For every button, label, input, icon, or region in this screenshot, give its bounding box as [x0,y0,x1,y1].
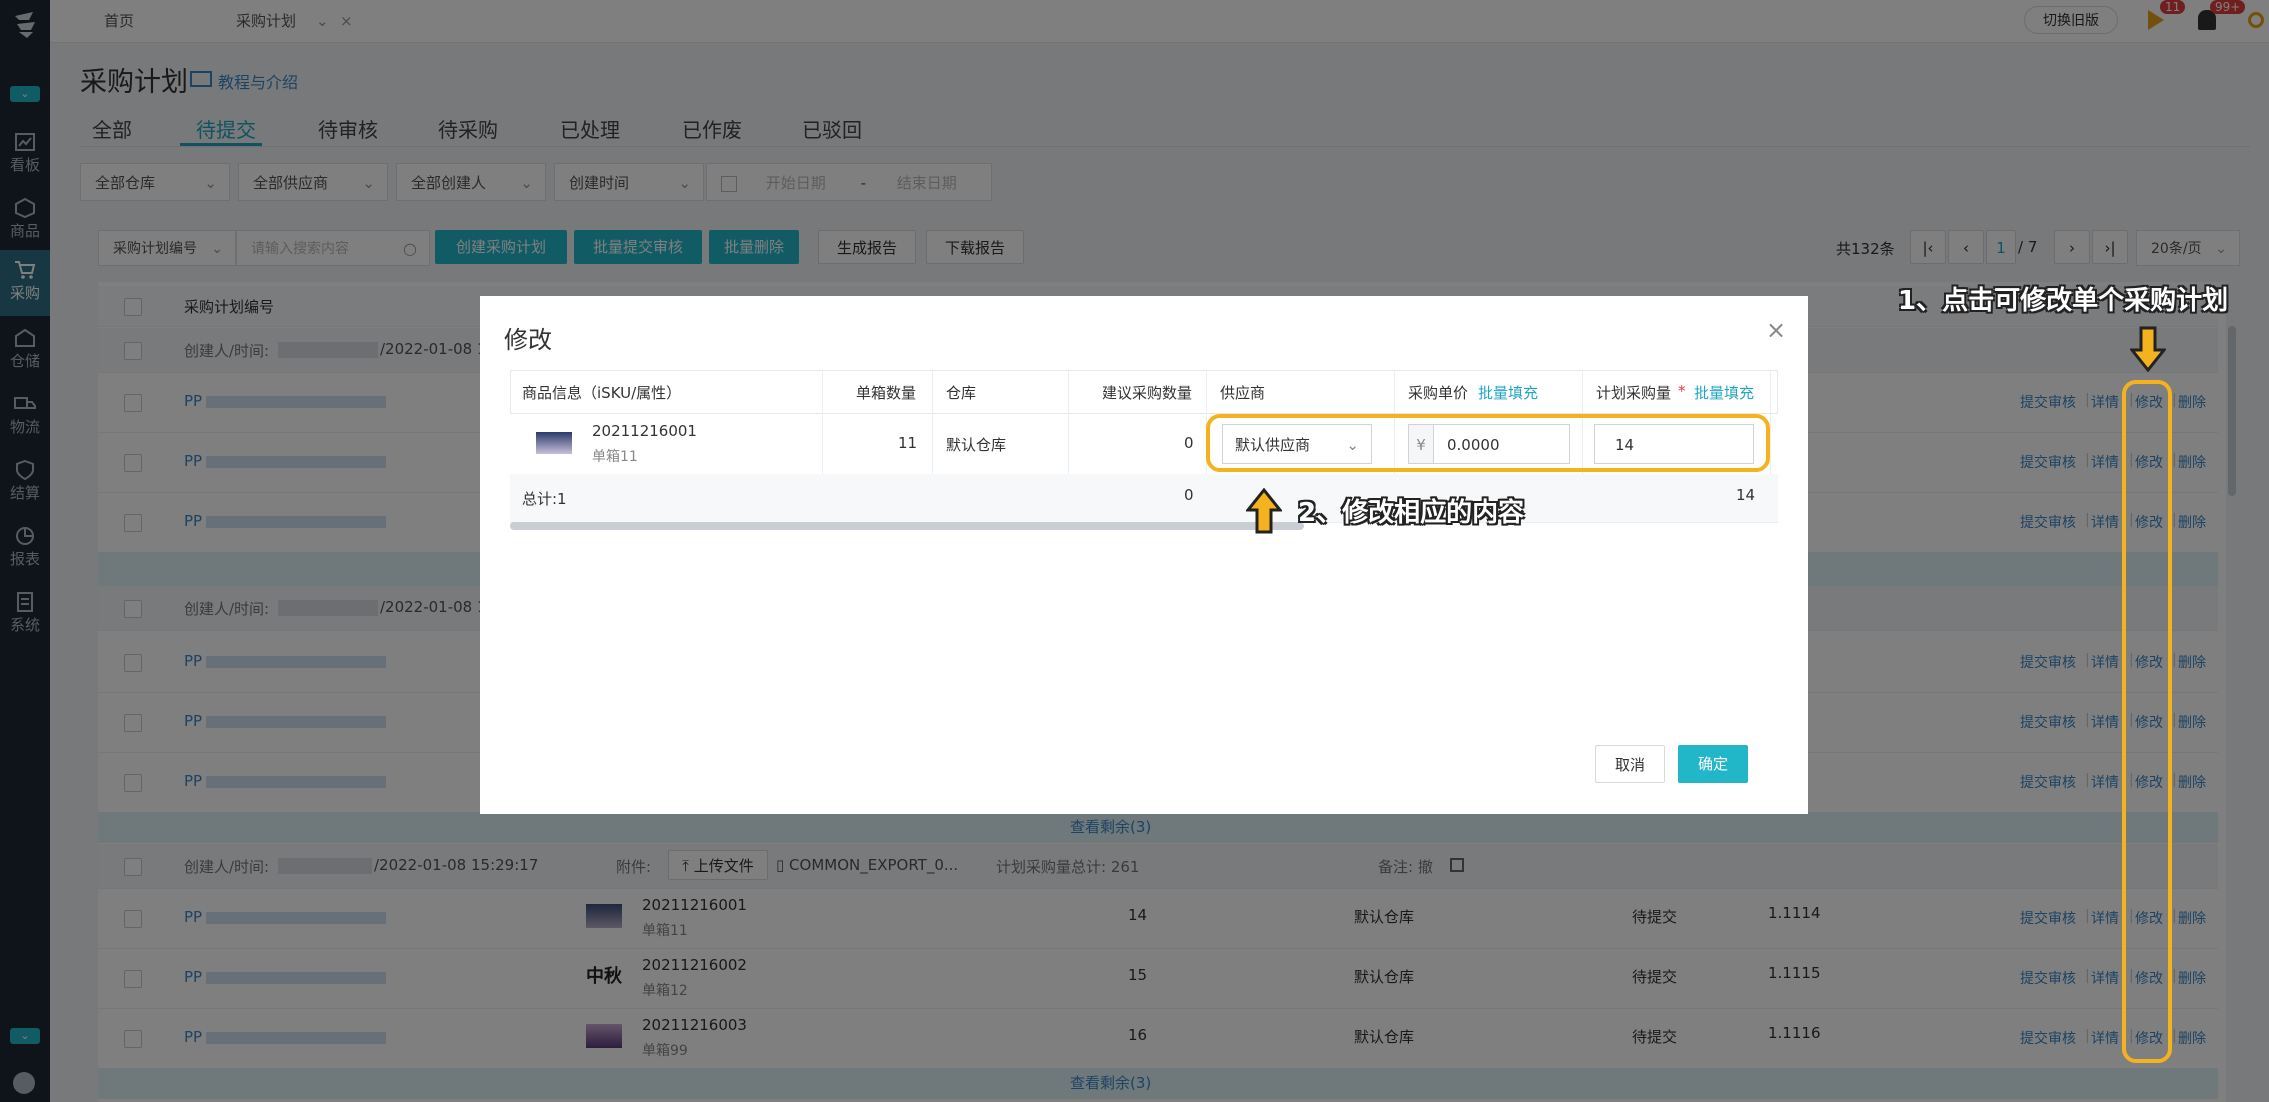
cancel-button[interactable]: 取消 [1595,745,1665,783]
arrow-up-icon [1244,487,1284,538]
column-header: 供应商 [1220,384,1266,402]
product-thumbnail [536,432,572,454]
column-header: 商品信息（iSKU/属性） [522,384,682,402]
highlight-edit-fields [1206,414,1770,472]
total-suggest: 0 [1184,486,1194,504]
box-qty: 11 [898,434,918,452]
highlight-edit-column [2122,380,2172,1063]
annotation-step2: 2、修改相应的内容 [1298,498,1525,528]
column-header: 计划采购量 [1596,384,1672,402]
batch-fill-qty-link[interactable]: 批量填充 [1694,382,1754,403]
arrow-down-icon [2128,326,2168,376]
confirm-button[interactable]: 确定 [1678,745,1748,783]
sku: 20211216001 [592,422,697,440]
column-header: 采购单价 [1408,384,1469,402]
total-plan: 14 [1736,486,1756,504]
modal-title: 修改 [504,326,552,354]
close-icon[interactable]: × [1766,316,1786,344]
total-label: 总计:1 [522,490,567,508]
edit-modal: 修改 × 商品信息（iSKU/属性） 单箱数量 仓库 建议采购数量 供应商 采购… [480,296,1808,814]
column-header: 建议采购数量 [1102,384,1193,402]
batch-fill-price-link[interactable]: 批量填充 [1478,382,1538,403]
column-header: 仓库 [946,384,977,402]
required-mark: * [1678,382,1686,400]
horizontal-scrollbar[interactable] [510,522,1304,530]
suggest-qty: 0 [1184,434,1194,452]
total-row [510,474,1778,523]
unit: 单箱11 [592,449,638,465]
annotation-step1: 1、点击可修改单个采购计划 [1898,286,2229,316]
column-header: 单箱数量 [856,384,917,402]
warehouse: 默认仓库 [946,436,1007,454]
